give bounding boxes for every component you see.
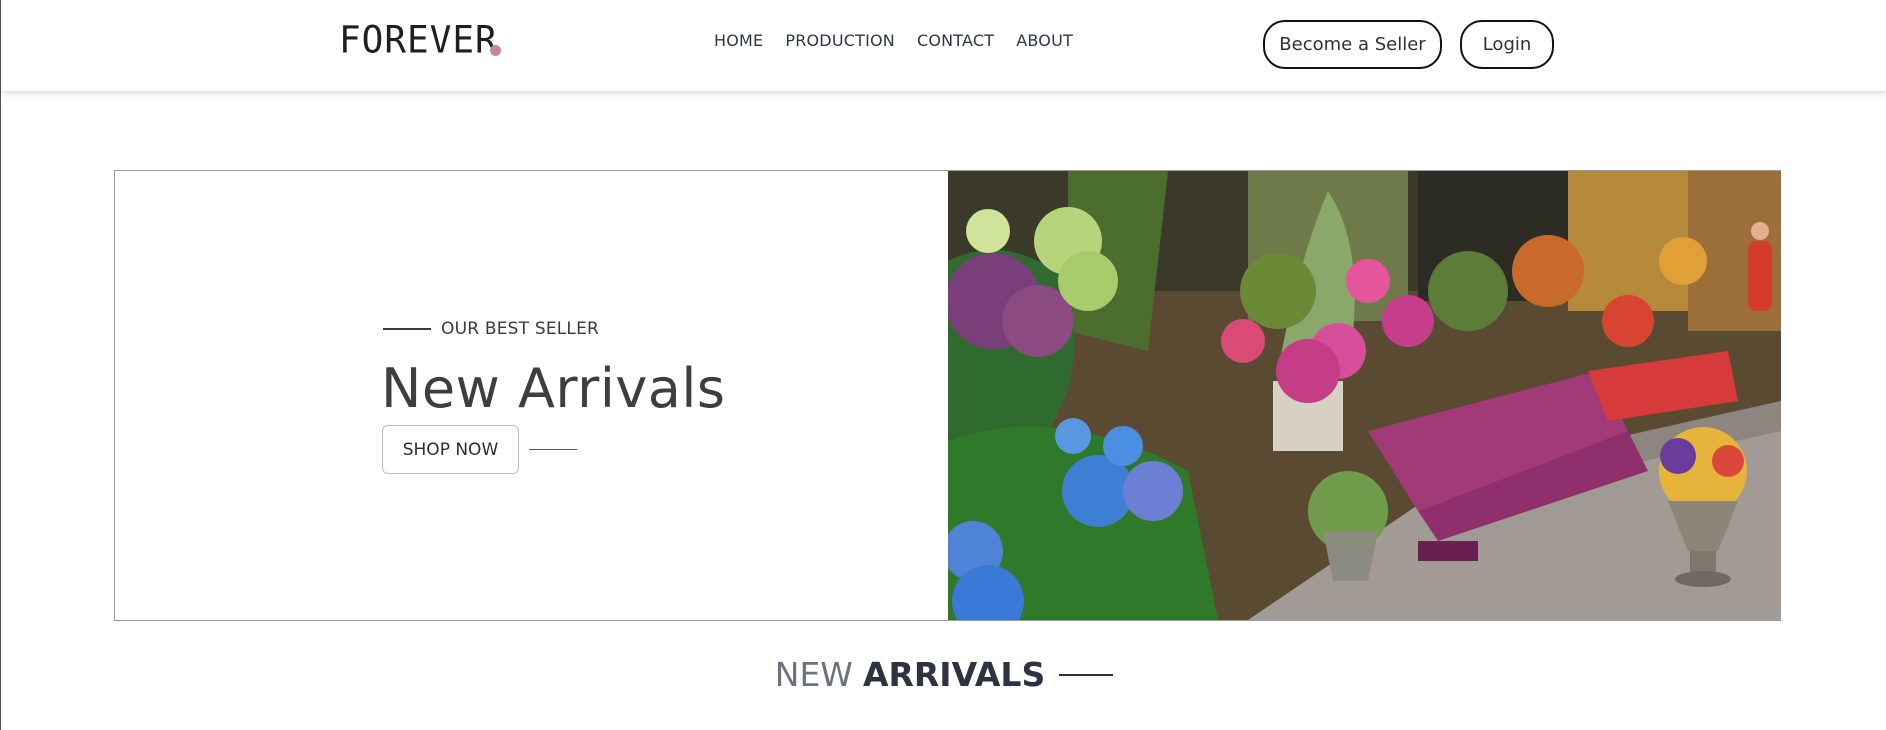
nav-about[interactable]: ABOUT bbox=[1016, 31, 1073, 50]
logo-dot bbox=[490, 45, 501, 56]
site-header: FOREVER HOME PRODUCTION CONTACT ABOUT Be… bbox=[1, 0, 1886, 91]
shop-now-button[interactable]: SHOP NOW bbox=[382, 425, 519, 474]
hero-text-panel: OUR BEST SELLER New Arrivals SHOP NOW bbox=[115, 171, 948, 620]
logo-text[interactable]: FOREVER bbox=[339, 21, 498, 61]
hero-title: New Arrivals bbox=[381, 357, 726, 420]
login-button[interactable]: Login bbox=[1460, 20, 1554, 69]
cta-line bbox=[529, 448, 577, 451]
nav-contact[interactable]: CONTACT bbox=[917, 31, 994, 50]
hero-image bbox=[948, 171, 1781, 620]
eyebrow-line bbox=[383, 328, 431, 330]
main-nav: HOME PRODUCTION CONTACT ABOUT bbox=[714, 31, 1073, 50]
nav-home[interactable]: HOME bbox=[714, 31, 763, 50]
nav-production[interactable]: PRODUCTION bbox=[785, 31, 895, 50]
section-title-bold: ARRIVALS bbox=[862, 655, 1046, 694]
hero-banner: OUR BEST SELLER New Arrivals SHOP NOW bbox=[114, 170, 1781, 621]
eyebrow-row: OUR BEST SELLER bbox=[383, 319, 599, 339]
section-title-light: NEW bbox=[774, 655, 853, 694]
section-title-line bbox=[1059, 673, 1114, 676]
cta-row: SHOP NOW bbox=[382, 425, 577, 474]
section-title: NEW ARRIVALS bbox=[1, 655, 1886, 694]
become-seller-button[interactable]: Become a Seller bbox=[1263, 20, 1442, 69]
eyebrow-text: OUR BEST SELLER bbox=[441, 319, 600, 339]
